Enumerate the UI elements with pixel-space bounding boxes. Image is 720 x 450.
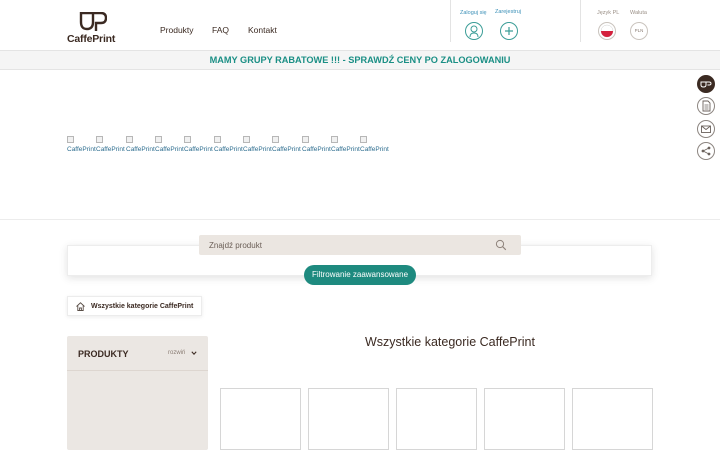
category-card[interactable] <box>220 388 301 450</box>
broken-image-icon <box>126 136 133 143</box>
search-box <box>199 235 521 255</box>
broken-image[interactable]: CaffePrint <box>126 136 156 156</box>
breadcrumb-item[interactable]: Wszystkie kategorie CaffePrint <box>91 303 193 310</box>
logo-text: CaffePrint <box>67 33 116 45</box>
login-label[interactable]: Zaloguj się <box>460 10 487 16</box>
category-card[interactable] <box>396 388 477 450</box>
broken-image[interactable]: CaffePrint <box>360 136 390 156</box>
image-alt-text: CaffePrint <box>360 146 389 153</box>
category-card[interactable] <box>308 388 389 450</box>
advanced-filter-button[interactable]: Filtrowanie zaawansowane <box>304 265 416 285</box>
broken-image[interactable]: CaffePrint <box>155 136 185 156</box>
search-input[interactable] <box>209 238 479 252</box>
logo-cup-icon <box>79 12 107 31</box>
image-alt-text: CaffePrint <box>331 146 360 153</box>
sidebar-title: PRODUKTY <box>78 349 129 359</box>
caffeprint-logo-icon <box>700 81 712 88</box>
broken-image-icon <box>331 136 338 143</box>
currency-button[interactable]: PLN <box>630 22 648 40</box>
broken-image[interactable]: CaffePrint <box>96 136 126 156</box>
nav-produkty[interactable]: Produkty <box>160 25 194 35</box>
broken-image[interactable]: CaffePrint <box>302 136 332 156</box>
language-label: Język PL <box>597 10 620 16</box>
image-alt-text: CaffePrint <box>184 146 213 153</box>
broken-image-icon <box>360 136 367 143</box>
broken-image-icon <box>155 136 162 143</box>
broken-image[interactable]: CaffePrint <box>67 136 97 156</box>
floating-logo-button[interactable] <box>697 75 715 93</box>
home-icon[interactable] <box>75 301 86 312</box>
header-divider <box>450 0 451 42</box>
register-plus-icon <box>505 27 513 35</box>
broken-image-icon <box>184 136 191 143</box>
floating-mail-button[interactable] <box>697 120 715 138</box>
broken-image-icon <box>302 136 309 143</box>
broken-image-icon <box>272 136 279 143</box>
section-divider <box>0 219 720 220</box>
broken-image[interactable]: CaffePrint <box>331 136 361 156</box>
image-alt-text: CaffePrint <box>155 146 184 153</box>
broken-image-icon <box>214 136 221 143</box>
currency-label: Waluta <box>630 10 647 16</box>
broken-image[interactable]: CaffePrint <box>214 136 244 156</box>
register-button[interactable] <box>500 22 518 40</box>
floating-document-button[interactable] <box>697 97 715 115</box>
chevron-down-icon[interactable] <box>191 350 197 356</box>
register-label[interactable]: Zarejestruj <box>495 9 521 15</box>
nav-faq[interactable]: FAQ <box>212 25 229 35</box>
broken-image-icon <box>96 136 103 143</box>
promo-banner[interactable]: MAMY GRUPY RABATOWE !!! - SPRAWDŹ CENY P… <box>0 50 720 70</box>
broken-image-icon <box>243 136 250 143</box>
category-card[interactable] <box>484 388 565 450</box>
breadcrumb: Wszystkie kategorie CaffePrint <box>67 296 203 316</box>
page-title: Wszystkie kategorie CaffePrint <box>365 335 535 349</box>
broken-image[interactable]: CaffePrint <box>184 136 214 156</box>
share-icon <box>701 146 711 156</box>
image-alt-text: CaffePrint <box>126 146 155 153</box>
image-alt-text: CaffePrint <box>272 146 301 153</box>
broken-image[interactable]: CaffePrint <box>272 136 302 156</box>
floating-share-button[interactable] <box>697 142 715 160</box>
sidebar-products: PRODUKTY rozwiń <box>67 336 208 450</box>
sidebar-expand-label[interactable]: rozwiń <box>168 350 185 356</box>
image-alt-text: CaffePrint <box>302 146 331 153</box>
sidebar-divider <box>67 370 208 371</box>
language-button[interactable] <box>598 22 616 40</box>
nav-kontakt[interactable]: Kontakt <box>248 25 277 35</box>
header-divider <box>580 0 581 42</box>
logo[interactable]: CaffePrint <box>67 12 121 45</box>
category-card[interactable] <box>572 388 653 450</box>
mail-icon <box>701 125 711 133</box>
document-icon <box>702 100 711 112</box>
broken-image[interactable]: CaffePrint <box>243 136 273 156</box>
header: CaffePrint Produkty FAQ Kontakt Zaloguj … <box>0 0 720 50</box>
image-alt-text: CaffePrint <box>67 146 96 153</box>
login-user-icon <box>469 25 479 38</box>
image-alt-text: CaffePrint <box>243 146 272 153</box>
search-icon[interactable] <box>495 239 507 251</box>
broken-image-icon <box>67 136 74 143</box>
image-alt-text: CaffePrint <box>96 146 125 153</box>
image-alt-text: CaffePrint <box>214 146 243 153</box>
poland-flag-icon <box>600 24 614 38</box>
login-button[interactable] <box>465 22 483 40</box>
